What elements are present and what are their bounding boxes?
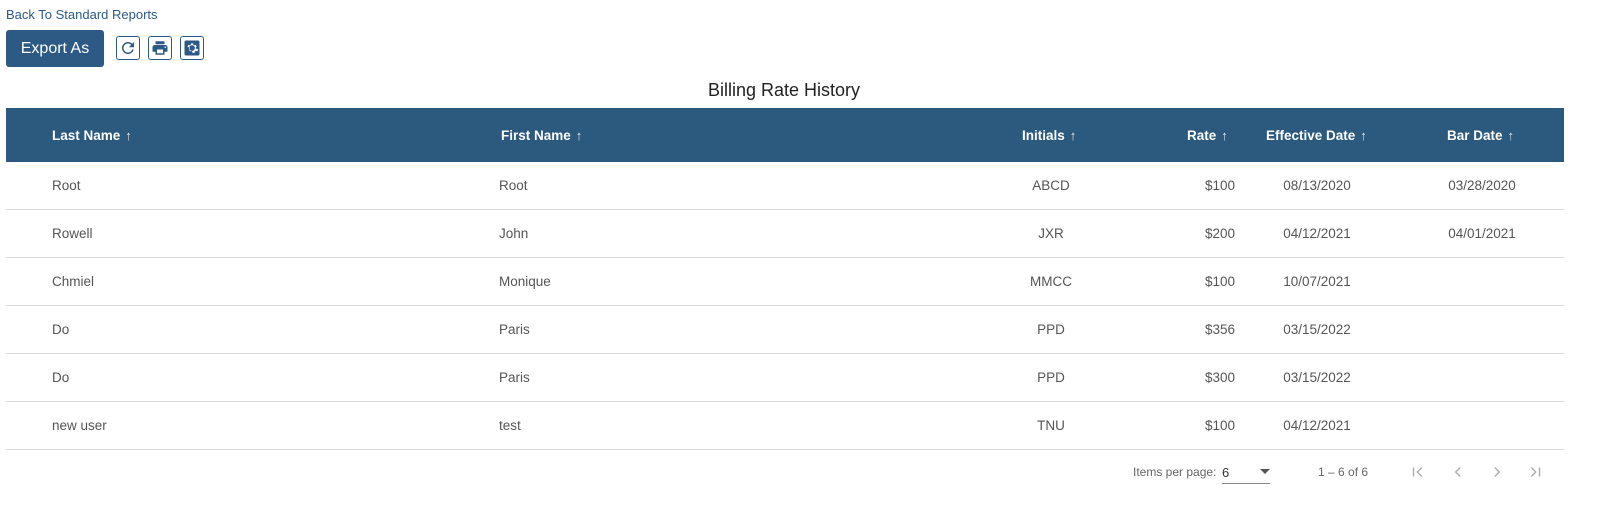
print-button[interactable] bbox=[148, 36, 172, 60]
cell-initials: JXR bbox=[1038, 226, 1064, 241]
column-header-effective-date[interactable]: Effective Date ↑ bbox=[1266, 108, 1367, 162]
column-header-rate[interactable]: Rate ↑ bbox=[1187, 108, 1228, 162]
paginator: Items per page: 6 1 – 6 of 6 bbox=[0, 455, 1568, 490]
cell-initials: PPD bbox=[1037, 370, 1065, 385]
last-page-button[interactable] bbox=[1522, 459, 1548, 485]
cell-bar-date bbox=[1432, 402, 1532, 449]
table-row[interactable]: Root Root ABCD $100 08/13/2020 03/28/202… bbox=[6, 162, 1564, 210]
first-page-icon bbox=[1412, 467, 1423, 477]
table-row[interactable]: Do Paris PPD $356 03/15/2022 bbox=[6, 306, 1564, 354]
cell-rate: $356 bbox=[1204, 322, 1235, 337]
table-header: Last Name ↑ First Name ↑ Initials ↑ Rate ↑ E… bbox=[6, 108, 1564, 162]
cell-rate: $100 bbox=[1204, 418, 1235, 433]
first-page-button[interactable] bbox=[1405, 459, 1431, 485]
cell-last-name: Do bbox=[52, 322, 70, 337]
last-page-icon bbox=[1530, 467, 1541, 477]
cell-first-name: test bbox=[499, 418, 521, 433]
cell-effective-date: 03/15/2022 bbox=[1283, 322, 1351, 337]
items-per-page-label: Items per page: bbox=[1133, 465, 1217, 479]
cell-initials: ABCD bbox=[1032, 178, 1070, 193]
dropdown-caret-icon bbox=[1260, 469, 1270, 474]
sort-arrow-icon: ↑ bbox=[575, 127, 583, 143]
cell-effective-date: 04/12/2021 bbox=[1283, 418, 1351, 433]
cell-first-name: Paris bbox=[499, 370, 530, 385]
print-icon bbox=[152, 41, 168, 55]
previous-page-button[interactable] bbox=[1445, 459, 1471, 485]
cell-rate: $300 bbox=[1204, 370, 1235, 385]
next-page-button[interactable] bbox=[1484, 459, 1510, 485]
back-to-standard-reports-link[interactable]: Back To Standard Reports bbox=[6, 7, 158, 22]
cell-effective-date: 10/07/2021 bbox=[1283, 274, 1351, 289]
sort-arrow-icon: ↑ bbox=[1069, 127, 1077, 143]
cell-effective-date: 08/13/2020 bbox=[1283, 178, 1351, 193]
sort-arrow-icon: ↑ bbox=[125, 127, 132, 143]
cell-initials: TNU bbox=[1037, 418, 1065, 433]
column-header-bar-date[interactable]: Bar Date ↑ bbox=[1447, 108, 1514, 162]
settings-icon bbox=[184, 40, 200, 56]
cell-bar-date bbox=[1432, 354, 1532, 401]
column-header-last-name[interactable]: Last Name ↑ bbox=[52, 108, 132, 162]
items-per-page-select[interactable]: 6 bbox=[1222, 461, 1270, 484]
cell-last-name: Rowell bbox=[52, 226, 93, 241]
cell-effective-date: 03/15/2022 bbox=[1283, 370, 1351, 385]
table-row[interactable]: Chmiel Monique MMCC $100 10/07/2021 bbox=[6, 258, 1564, 306]
cell-first-name: John bbox=[499, 226, 529, 241]
cell-bar-date bbox=[1432, 258, 1532, 305]
cell-last-name: Do bbox=[52, 370, 70, 385]
refresh-button[interactable] bbox=[116, 36, 140, 60]
report-title: Billing Rate History bbox=[707, 80, 861, 100]
column-header-first-name[interactable]: First Name ↑ bbox=[501, 108, 582, 162]
page-range-label: 1 – 6 of 6 bbox=[1318, 465, 1369, 479]
cell-last-name: new user bbox=[52, 418, 107, 433]
cell-bar-date: 04/01/2021 bbox=[1448, 226, 1516, 241]
cell-effective-date: 04/12/2021 bbox=[1283, 226, 1351, 241]
export-as-button[interactable]: Export As bbox=[6, 30, 104, 67]
cell-first-name: Root bbox=[499, 178, 528, 193]
sort-arrow-icon: ↑ bbox=[1221, 127, 1228, 143]
table-row[interactable]: new user test TNU $100 04/12/2021 bbox=[6, 402, 1564, 450]
cell-initials: PPD bbox=[1037, 322, 1065, 337]
cell-rate: $100 bbox=[1204, 274, 1235, 289]
settings-button[interactable] bbox=[180, 36, 204, 60]
table-row[interactable]: Rowell John JXR $200 04/12/2021 04/01/20… bbox=[6, 210, 1564, 258]
cell-bar-date: 03/28/2020 bbox=[1448, 178, 1516, 193]
refresh-icon bbox=[122, 41, 134, 54]
sort-arrow-icon: ↑ bbox=[1507, 127, 1515, 143]
billing-rate-table: Last Name ↑ First Name ↑ Initials ↑ Rate ↑ E… bbox=[6, 108, 1564, 450]
cell-last-name: Chmiel bbox=[52, 274, 95, 289]
cell-bar-date bbox=[1432, 306, 1532, 353]
chevron-right-icon bbox=[1494, 467, 1501, 477]
cell-last-name: Root bbox=[52, 178, 81, 193]
column-header-initials[interactable]: Initials ↑ bbox=[1022, 108, 1076, 162]
chevron-left-icon bbox=[1454, 467, 1461, 477]
cell-rate: $100 bbox=[1204, 178, 1235, 193]
sort-arrow-icon: ↑ bbox=[1360, 127, 1367, 143]
cell-initials: MMCC bbox=[1030, 274, 1072, 289]
items-per-page-value: 6 bbox=[1222, 465, 1230, 480]
table-row[interactable]: Do Paris PPD $300 03/15/2022 bbox=[6, 354, 1564, 402]
cell-first-name: Paris bbox=[499, 322, 530, 337]
cell-first-name: Monique bbox=[499, 274, 551, 289]
cell-rate: $200 bbox=[1204, 226, 1235, 241]
